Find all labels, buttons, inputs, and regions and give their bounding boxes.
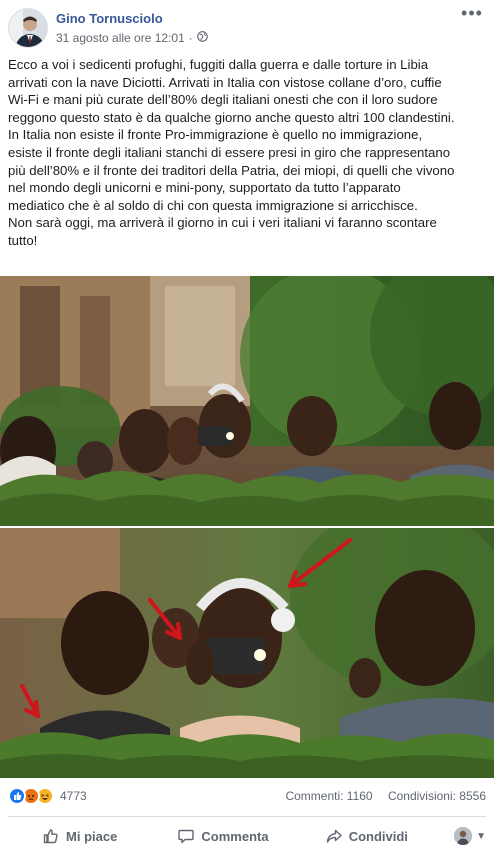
thumbs-up-icon: [42, 827, 60, 845]
post-header: Gino Tornusciolo 31 agosto alle ore 12:0…: [0, 0, 494, 52]
chevron-down-icon: ▼: [476, 830, 486, 842]
post-photo-2[interactable]: [0, 528, 494, 778]
post-text-line: esiste il fronte degli italiani stanchi …: [8, 144, 451, 160]
engagement-stats: Commenti: 1160 Condivisioni: 8556: [273, 789, 486, 803]
post-text-line: In Italia non esiste il fronte Pro-immig…: [8, 127, 423, 143]
reaction-count[interactable]: 4773: [60, 789, 87, 803]
post-text-line: Wi-Fi e mani più curate dell’80% degli i…: [8, 92, 438, 108]
post-text-line: Ecco a voi i sedicenti profughi, fuggiti…: [8, 57, 429, 72]
comment-button[interactable]: Commenta: [151, 820, 294, 852]
viewer-avatar: [454, 827, 473, 845]
post-text: Ecco a voi i sedicenti profughi, fuggiti…: [8, 56, 486, 250]
share-icon: [325, 827, 343, 845]
post-text-line: arrivati con la nave Diciotti. Arrivati …: [8, 74, 442, 90]
comment-label: Commenta: [201, 828, 269, 844]
post-timestamp[interactable]: 31 agosto alle ore 12:01: [56, 31, 185, 45]
divider: [8, 816, 486, 817]
post-photo-1[interactable]: [0, 276, 494, 526]
author-avatar[interactable]: [8, 8, 48, 48]
meta-separator: ·: [188, 31, 193, 45]
action-bar: Mi piace Commenta Condividi ▼: [8, 820, 486, 852]
comment-count[interactable]: Commenti: 1160: [285, 789, 372, 803]
more-options-button[interactable]: •••: [460, 4, 484, 24]
like-label: Mi piace: [66, 828, 118, 844]
post-text-line: reggono questo stato è da qualche giorno…: [8, 109, 455, 125]
post-text-line: Non sarà oggi, ma arriverà il giorno in …: [8, 215, 437, 231]
post-text-line: nel mondo degli unicorni e mini-pony, su…: [8, 180, 401, 196]
post-text-line: tutto!: [8, 232, 38, 248]
globe-icon: [196, 31, 208, 45]
share-label: Condividi: [348, 828, 408, 844]
comment-icon: [177, 827, 195, 845]
share-button[interactable]: Condividi: [295, 820, 438, 852]
reactions-bar: 4773 Commenti: 1160 Condivisioni: 8556: [8, 784, 486, 808]
author-name[interactable]: Gino Tornusciolo: [56, 11, 163, 26]
share-count[interactable]: Condivisioni: 8556: [388, 789, 486, 803]
post-text-line: mediatico che è al soldo di chi con ques…: [8, 197, 418, 213]
like-reaction-icon: [8, 787, 26, 805]
post-text-line: più dell’80% e il fronte dei traditori d…: [8, 162, 455, 178]
like-button[interactable]: Mi piace: [8, 820, 151, 852]
post-meta: 31 agosto alle ore 12:01 ·: [56, 31, 208, 45]
post-as-selector[interactable]: ▼: [438, 827, 486, 845]
reaction-summary[interactable]: 4773: [8, 787, 87, 805]
